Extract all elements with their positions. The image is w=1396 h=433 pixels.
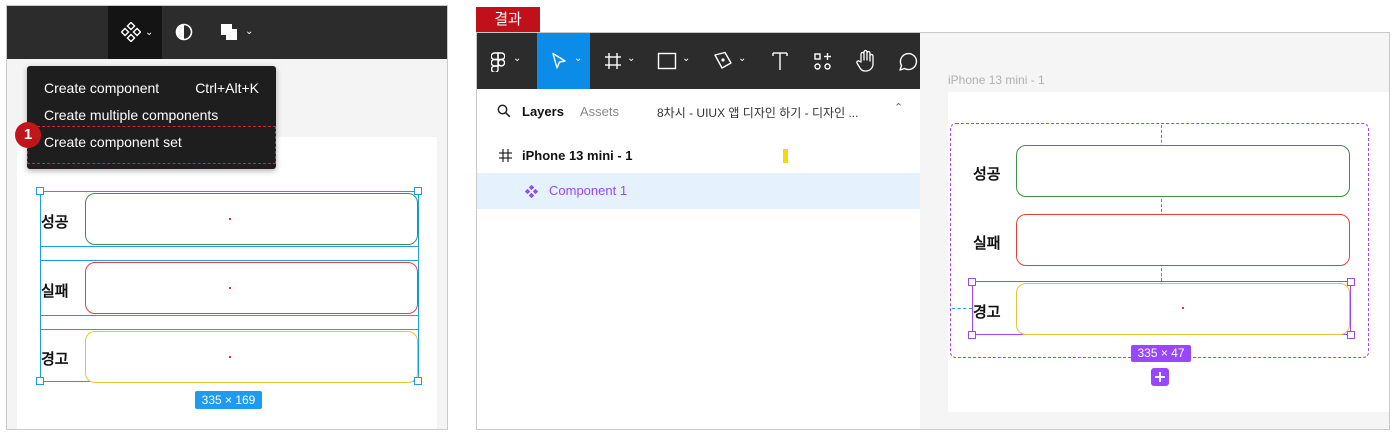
layers-panel: Layers Assets 8차시 - UIUX 앱 디자인 하기 - 디자인 … (477, 89, 920, 429)
component-tool-button[interactable]: ⌄ (108, 6, 162, 59)
resources-icon (814, 53, 831, 70)
chevron-down-icon: ⌄ (627, 53, 636, 64)
hand-tool-button[interactable] (849, 33, 885, 89)
menu-item-create-multiple-components[interactable]: Create multiple components (44, 107, 218, 123)
frame-tool-button[interactable]: ⌄ (598, 33, 644, 89)
success-field[interactable] (1016, 145, 1350, 197)
resize-handle[interactable] (414, 187, 422, 195)
resize-handle[interactable] (36, 187, 44, 195)
tab-assets[interactable]: Assets (580, 104, 619, 119)
context-menu: Create component Ctrl+Alt+K Create multi… (27, 66, 276, 169)
resources-tool-button[interactable] (805, 33, 841, 89)
row-label-warning: 경고 (973, 304, 1001, 321)
menu-shortcut: Ctrl+Alt+K (195, 80, 259, 96)
chevron-up-icon[interactable]: ⌃ (894, 101, 903, 114)
top-toolbar: ⌄ ⌄ (7, 6, 447, 59)
row-guide (40, 315, 419, 316)
figma-icon (491, 52, 505, 72)
cursor-icon (552, 52, 566, 69)
layer-name: iPhone 13 mini - 1 (522, 148, 633, 163)
layer-row-selected[interactable]: Component 1 (477, 173, 920, 209)
tab-layers[interactable]: Layers (522, 104, 564, 119)
component-icon (121, 22, 141, 42)
layer-row[interactable]: iPhone 13 mini - 1 (477, 137, 920, 173)
file-name[interactable]: 8차시 - UIUX 앱 디자인 하기 - 디자인 ... (657, 104, 858, 121)
plus-icon (1155, 372, 1165, 382)
comment-tool-button[interactable] (891, 33, 920, 89)
fail-field[interactable] (1016, 214, 1350, 266)
row-label-success: 성공 (41, 214, 69, 231)
move-tool-button[interactable]: ⌄ (537, 33, 590, 89)
chevron-down-icon: ⌄ (574, 53, 583, 64)
row-label-warning: 경고 (41, 351, 69, 368)
success-field[interactable] (85, 193, 418, 245)
chevron-down-icon: ⌄ (245, 26, 254, 37)
row-label-fail: 실패 (41, 283, 69, 300)
resize-handle[interactable] (414, 377, 422, 385)
spacing-guide (952, 308, 972, 309)
row-guide (40, 246, 419, 247)
resize-handle[interactable] (36, 377, 44, 385)
comment-icon (899, 52, 918, 71)
canvas: iPhone 13 mini - 1 성공 실패 경고 335 × 47 (920, 33, 1389, 429)
frame-icon (499, 149, 512, 162)
menu-item-create-component-set[interactable]: Create component set (44, 134, 182, 150)
chevron-down-icon: ⌄ (513, 53, 522, 64)
warning-field[interactable] (85, 331, 418, 383)
row-label-fail: 실패 (973, 235, 1001, 252)
center-dot (229, 218, 231, 220)
right-panel: ⌄ ⌄ ⌄ ⌄ ⌄ Layers Assets 8차시 - UIUX 앱 디자인… (476, 32, 1390, 430)
left-panel: ⌄ ⌄ Create component Ctrl+Alt+K Create m… (6, 5, 448, 430)
rectangle-icon (657, 52, 677, 70)
cursor-marker (783, 149, 788, 163)
menu-item-create-component[interactable]: Create component (44, 80, 159, 96)
contrast-icon[interactable] (175, 23, 193, 41)
pen-tool-button[interactable]: ⌄ (709, 33, 755, 89)
frame-label[interactable]: iPhone 13 mini - 1 (948, 73, 1045, 87)
chevron-down-icon: ⌄ (682, 53, 691, 64)
boolean-icon (221, 24, 237, 40)
step-badge: 1 (15, 122, 41, 148)
size-tag: 335 × 47 (1131, 345, 1191, 362)
pen-icon (714, 51, 732, 69)
center-dot (1182, 307, 1184, 309)
row-guide (40, 260, 419, 261)
search-icon[interactable] (497, 104, 511, 118)
boolean-tool-button[interactable]: ⌄ (219, 22, 259, 44)
text-icon (772, 52, 788, 70)
fail-field[interactable] (85, 262, 418, 314)
main-menu-button[interactable]: ⌄ (477, 33, 535, 89)
resize-handle[interactable] (968, 278, 976, 286)
result-label: 결과 (476, 7, 540, 32)
layer-name: Component 1 (549, 183, 628, 198)
main-toolbar: ⌄ ⌄ ⌄ ⌄ ⌄ (477, 33, 920, 89)
resize-handle[interactable] (1347, 278, 1355, 286)
row-label-success: 성공 (973, 166, 1001, 183)
size-tag: 335 × 169 (195, 391, 262, 409)
chevron-down-icon: ⌄ (738, 53, 747, 64)
resize-handle[interactable] (968, 331, 976, 339)
component-icon (525, 185, 538, 198)
frame-icon (605, 53, 621, 69)
warning-field[interactable] (1016, 283, 1350, 335)
resize-handle[interactable] (1347, 331, 1355, 339)
shape-tool-button[interactable]: ⌄ (653, 33, 699, 89)
text-tool-button[interactable] (763, 33, 799, 89)
hand-icon (856, 49, 874, 72)
row-guide (40, 329, 419, 330)
center-dot (229, 356, 231, 358)
add-variant-button[interactable] (1151, 368, 1169, 386)
chevron-down-icon: ⌄ (145, 27, 154, 38)
center-dot (229, 287, 231, 289)
